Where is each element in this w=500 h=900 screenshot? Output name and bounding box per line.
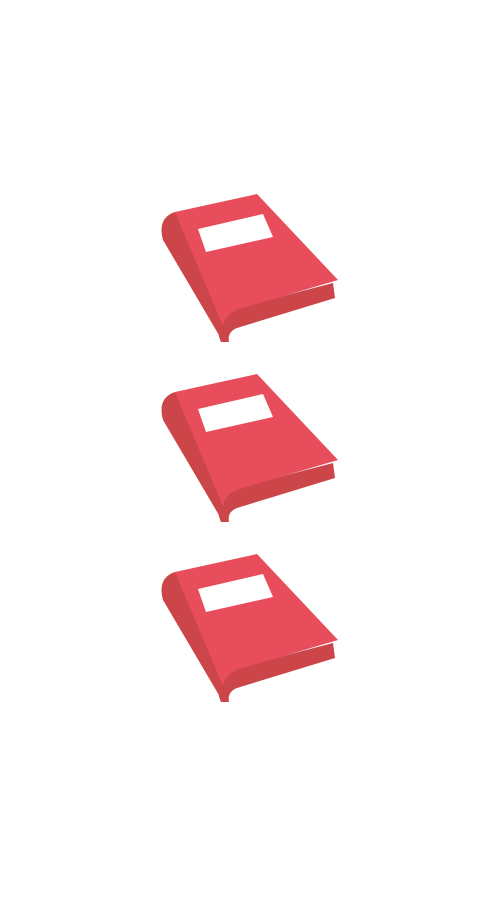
red-book-icon [161,194,338,342]
book-icon-1 [155,190,345,350]
red-book-icon [161,374,338,522]
book-icon-3 [155,550,345,710]
red-book-icon [161,554,338,702]
book-icon-2 [155,370,345,530]
canvas [0,0,500,900]
